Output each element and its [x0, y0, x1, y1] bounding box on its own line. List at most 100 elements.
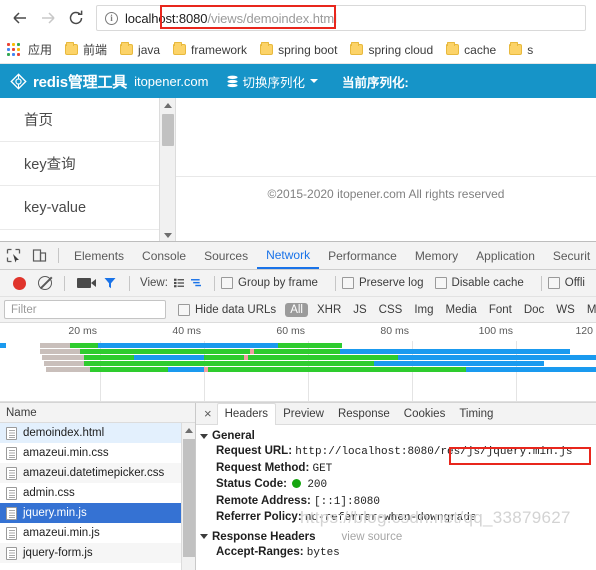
bookmark-label: cache	[464, 42, 497, 57]
tab-memory[interactable]: Memory	[406, 242, 467, 269]
filter-type-css[interactable]: CSS	[379, 304, 403, 316]
bookmark-item[interactable]: cache	[446, 42, 497, 57]
group-by-frame-checkbox[interactable]: Group by frame	[221, 277, 318, 289]
filter-toggle-button[interactable]	[97, 270, 123, 296]
table-row[interactable]: demoindex.html	[0, 423, 195, 443]
sidebar-item-key-query[interactable]: key查询	[0, 142, 175, 186]
copyright-text: ©2015-2020 itopener.com All rights reser…	[176, 176, 596, 201]
folder-icon	[260, 42, 274, 55]
waterfall-view-icon[interactable]	[190, 277, 202, 289]
reload-button[interactable]	[62, 4, 90, 32]
bookmark-item[interactable]: framework	[173, 42, 247, 57]
filter-type-ws[interactable]: WS	[556, 304, 575, 316]
table-row[interactable]: admin.css	[0, 483, 195, 503]
filter-type-manifest[interactable]: Manife	[587, 304, 596, 316]
detail-tab-timing[interactable]: Timing	[452, 403, 500, 424]
checkbox-label: Preserve log	[358, 277, 424, 289]
tab-network[interactable]: Network	[257, 242, 320, 269]
request-list-header[interactable]: Name	[0, 403, 195, 423]
funnel-icon	[104, 278, 116, 289]
tab-performance[interactable]: Performance	[319, 242, 406, 269]
filter-type-xhr[interactable]: XHR	[317, 304, 341, 316]
detail-tab-response[interactable]: Response	[331, 403, 397, 424]
forward-button[interactable]	[34, 4, 62, 32]
device-toolbar-icon[interactable]	[26, 243, 52, 269]
checkbox-label: Disable cache	[451, 277, 524, 289]
table-row[interactable]: amazeui.min.js	[0, 523, 195, 543]
table-row[interactable]: amazeui.min.css	[0, 443, 195, 463]
sidebar-item-key-value[interactable]: key-value	[0, 186, 175, 230]
table-row[interactable]: amazeui.datetimepicker.css	[0, 463, 195, 483]
back-button[interactable]	[6, 4, 34, 32]
scroll-down-icon[interactable]	[160, 228, 175, 241]
tab-sources[interactable]: Sources	[195, 242, 257, 269]
referrer-policy-value: no-referrer-when-downgrade	[304, 512, 477, 524]
switch-serialization-menu[interactable]: 切换序列化	[226, 72, 319, 91]
general-section-header[interactable]: General	[200, 430, 596, 442]
site-info-icon[interactable]: i	[105, 11, 118, 25]
devtools-tabbar: Elements Console Sources Network Perform…	[0, 242, 596, 270]
reload-icon	[69, 10, 83, 25]
address-bar[interactable]: i localhost:8080 /views/demoindex.html	[96, 5, 586, 31]
clear-button[interactable]	[32, 270, 58, 296]
request-name: jquery.min.js	[23, 507, 87, 519]
bookmark-item[interactable]: 前端	[65, 41, 107, 58]
tab-security[interactable]: Securit	[544, 242, 596, 269]
request-list-scroll-thumb[interactable]	[183, 439, 195, 557]
folder-icon	[509, 42, 523, 55]
tab-application[interactable]: Application	[467, 242, 544, 269]
close-icon[interactable]: ×	[199, 407, 217, 420]
filter-input[interactable]: Filter	[4, 300, 166, 319]
tab-elements[interactable]: Elements	[65, 242, 133, 269]
checkbox-label: Offli	[564, 277, 585, 289]
network-overview-timeline[interactable]: 20 ms 40 ms 60 ms 80 ms 100 ms 120	[0, 323, 596, 403]
scroll-up-icon[interactable]	[182, 423, 195, 437]
bookmark-item[interactable]: spring boot	[260, 42, 337, 57]
toolbar-divider	[334, 275, 336, 291]
timeline-tick: 40 ms	[172, 325, 201, 337]
tab-console[interactable]: Console	[133, 242, 195, 269]
sidebar-scrollbar[interactable]	[159, 98, 175, 241]
response-headers-label: Response Headers	[212, 530, 316, 543]
database-icon	[226, 75, 238, 87]
response-headers-section-header[interactable]: Response Headers view source	[200, 531, 596, 543]
hide-data-urls-checkbox[interactable]: Hide data URLs	[178, 303, 276, 316]
scroll-up-icon[interactable]	[160, 98, 175, 112]
bookmark-apps-label: 应用	[28, 43, 53, 57]
capture-screenshots-button[interactable]	[71, 270, 97, 296]
table-row[interactable]: jquery.min.js	[0, 503, 195, 523]
detail-tab-headers[interactable]: Headers	[216, 403, 277, 425]
table-row[interactable]: jquery-form.js	[0, 543, 195, 563]
request-method-row: Request Method: GET	[200, 461, 596, 478]
filter-type-js[interactable]: JS	[353, 304, 366, 316]
sidebar-scroll-thumb[interactable]	[162, 114, 174, 146]
preserve-log-checkbox[interactable]: Preserve log	[341, 277, 424, 289]
filter-type-all[interactable]: All	[285, 302, 308, 317]
filter-type-img[interactable]: Img	[414, 304, 433, 316]
list-view-icon[interactable]	[173, 277, 184, 289]
referrer-policy-key: Referrer Policy:	[216, 511, 302, 523]
request-list-scrollbar[interactable]	[181, 423, 195, 570]
app-sidebar: 首页 key查询 key-value	[0, 98, 176, 241]
page-content: ©2015-2020 itopener.com All rights reser…	[176, 98, 596, 241]
detail-tab-preview[interactable]: Preview	[276, 403, 331, 424]
disable-cache-checkbox[interactable]: Disable cache	[434, 277, 524, 289]
filter-type-font[interactable]: Font	[489, 304, 512, 316]
detail-tab-cookies[interactable]: Cookies	[397, 403, 453, 424]
toolbar-divider	[58, 248, 59, 263]
bookmark-apps[interactable]: 应用	[7, 41, 52, 58]
toolbar-divider	[129, 275, 130, 291]
sidebar-item-home[interactable]: 首页	[0, 98, 175, 142]
view-source-link[interactable]: view source	[342, 531, 403, 543]
url-path-text: /views/demoindex.html	[207, 10, 337, 26]
bookmark-item[interactable]: spring cloud	[350, 42, 433, 57]
bookmark-item[interactable]: s	[509, 42, 533, 57]
filter-type-doc[interactable]: Doc	[524, 304, 544, 316]
file-icon	[6, 446, 17, 460]
bookmark-item[interactable]: java	[120, 42, 160, 57]
inspect-element-icon[interactable]	[0, 243, 26, 269]
file-icon	[6, 466, 17, 480]
offline-checkbox[interactable]: Offli	[547, 277, 585, 289]
record-button[interactable]	[6, 270, 32, 296]
filter-type-media[interactable]: Media	[446, 304, 477, 316]
